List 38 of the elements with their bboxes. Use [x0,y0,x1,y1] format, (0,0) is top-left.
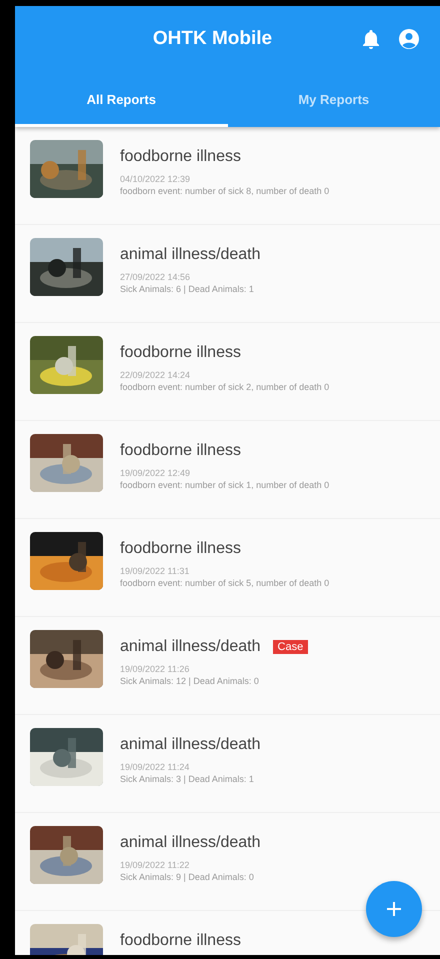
report-summary: Sick Animals: 6 | Dead Animals: 1 [120,284,255,294]
report-summary: foodborn event: number of sick 8, number of death 0 [120,186,330,196]
report-date: 27/09/2022 14:56 [120,272,192,282]
report-title: foodborne illness [120,540,241,558]
add-button[interactable] [366,881,422,937]
report-date: 19/09/2022 11:24 [120,762,190,772]
report-row[interactable]: animal illness/death 19/09/2022 11:24 Sick Animals: 3 | Dead Animals: 1 [15,715,440,813]
bell-icon [362,29,380,49]
report-row[interactable]: foodborne illness 22/09/2022 14:24 foodborn event: number of sick 2, number of death 0 [15,323,440,421]
report-title: animal illness/death [120,246,261,264]
report-date: 22/09/2022 14:24 [120,370,192,380]
app-title: OHTK Mobile [152,28,274,50]
plus-icon [386,901,402,917]
report-date: 19/09/2022 12:49 [120,468,192,478]
report-summary: Sick Animals: 3 | Dead Animals: 1 [120,774,255,784]
report-row[interactable]: animal illness/death 27/09/2022 14:56 Sick Animals: 6 | Dead Animals: 1 [15,225,440,323]
report-row[interactable]: animal illness/death Case 19/09/2022 11:26 Sick Animals: 12 | Dead Animals: 0 [15,617,440,715]
case-tag: Case [272,640,308,654]
report-title: foodborne illness [120,442,241,460]
report-title: foodborne illness [120,148,241,166]
report-date: 19/09/2022 11:22 [120,860,190,870]
report-summary: Sick Animals: 12 | Dead Animals: 0 [120,676,260,686]
report-date: 19/09/2022 11:26 [120,664,190,674]
report-row[interactable]: foodborne illness 19/09/2022 11:31 foodborn event: number of sick 5, number of death 0 [15,519,440,617]
report-title: animal illness/death [120,736,261,754]
report-summary: foodborn event: number of sick 2, number of death 0 [120,382,330,392]
report-row[interactable]: foodborne illness 04/10/2022 12:39 foodborn event: number of sick 8, number of death 0 [15,127,440,225]
report-summary: foodborn event: number of sick 1, number of death 0 [120,480,330,490]
report-title: foodborne illness [120,932,241,950]
report-summary: foodborn event: number of sick 5, number of death 0 [120,578,330,588]
user-circle-icon [398,28,420,50]
report-date: 19/09/2022 11:31 [120,566,190,576]
report-title: animal illness/death [120,638,261,656]
report-date: 04/10/2022 12:39 [120,174,192,184]
report-row[interactable]: foodborne illness 19/09/2022 12:49 foodborn event: number of sick 1, number of death 0 [15,421,440,519]
report-summary: Sick Animals: 9 | Dead Animals: 0 [120,872,255,882]
report-title: foodborne illness [120,344,241,362]
report-title: animal illness/death [120,834,261,852]
